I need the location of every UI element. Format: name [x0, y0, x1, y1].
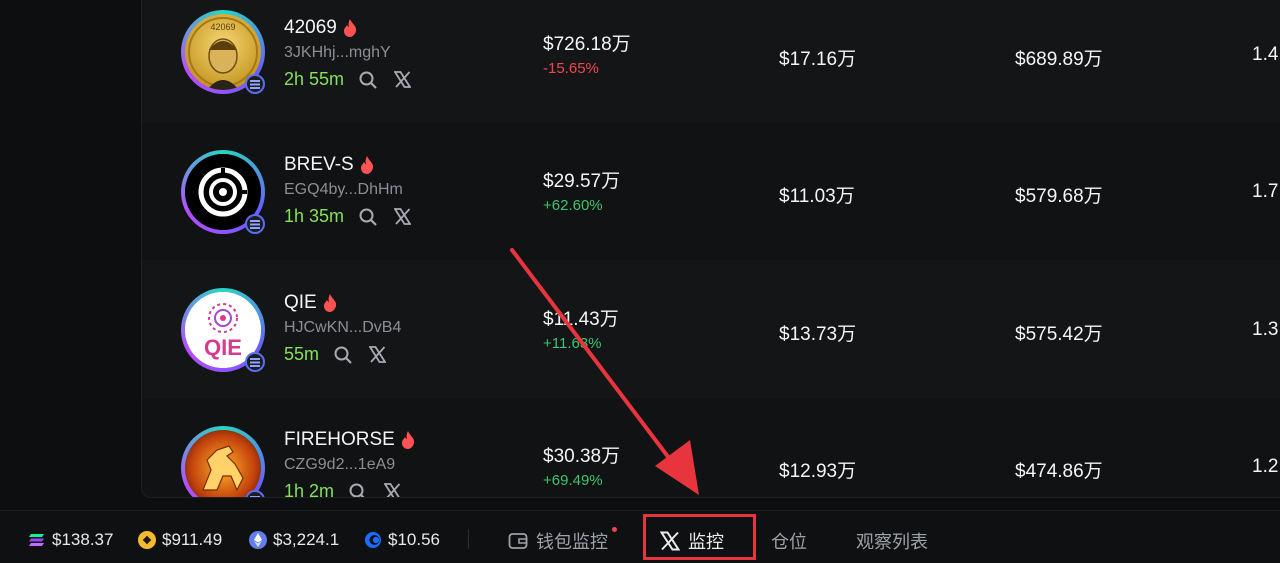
token-volume: $579.68万 — [1015, 186, 1103, 207]
avatar-logo-text: QIE — [204, 335, 242, 360]
token-liquidity: $11.03万 — [779, 186, 855, 207]
token-extra: 1.3 — [1252, 319, 1279, 340]
token-meta: 2h 55m — [284, 69, 412, 90]
token-price: $29.57万 — [543, 171, 621, 192]
token-age: 2h 55m — [284, 69, 345, 89]
ticker-base[interactable]: $10.56 — [364, 530, 440, 550]
bnb-icon — [138, 531, 156, 549]
divider — [468, 529, 469, 549]
fire-icon — [323, 294, 336, 312]
token-change: +69.49% — [543, 472, 603, 489]
token-address[interactable]: EGQ4by...DhHm — [284, 181, 403, 199]
token-name-text[interactable]: QIE — [284, 292, 317, 314]
table-row[interactable]: 42069 42069 3JKHhj...mghY 2h 55m $726.18… — [142, 0, 1280, 117]
token-change: +11.63% — [543, 335, 602, 352]
nav-label: 观察列表 — [856, 532, 928, 552]
token-price: $726.18万 — [543, 34, 631, 55]
nav-watchlist[interactable]: 观察列表 — [856, 528, 928, 554]
nav-positions[interactable]: 仓位 — [771, 528, 807, 554]
token-name-text[interactable]: FIREHORSE — [284, 429, 395, 451]
token-price: $11.43万 — [543, 309, 619, 330]
token-avatar[interactable] — [181, 150, 265, 234]
token-address[interactable]: CZG9d2...1eA9 — [284, 456, 395, 474]
solana-chain-badge-icon — [245, 490, 265, 497]
search-icon[interactable] — [333, 345, 353, 365]
search-icon[interactable] — [348, 482, 368, 497]
token-avatar[interactable]: 42069 — [181, 10, 265, 94]
token-name-text[interactable]: BREV-S — [284, 154, 354, 176]
token-liquidity: $13.73万 — [779, 324, 857, 345]
fire-icon — [360, 156, 373, 174]
token-volume: $575.42万 — [1015, 324, 1103, 345]
token-name[interactable]: 42069 — [284, 17, 357, 39]
token-address[interactable]: 3JKHhj...mghY — [284, 44, 391, 62]
token-avatar[interactable] — [181, 426, 265, 497]
nav-label: 钱包监控 — [536, 532, 608, 552]
token-age: 1h 35m — [284, 206, 345, 226]
token-age: 1h 2m — [284, 481, 335, 498]
token-volume: $689.89万 — [1015, 49, 1103, 70]
token-liquidity: $17.16万 — [779, 49, 857, 70]
x-logo-icon[interactable] — [392, 70, 412, 90]
solana-chain-badge-icon — [245, 352, 265, 372]
nav-wallet-monitor[interactable]: 钱包监控 — [508, 528, 608, 554]
wallet-icon — [508, 533, 528, 549]
token-meta: 1h 2m — [284, 481, 402, 498]
ticker-eth[interactable]: $3,224.1 — [249, 530, 339, 550]
search-icon[interactable] — [358, 207, 378, 227]
solana-chain-badge-icon — [245, 74, 265, 94]
ticker-price: $911.49 — [162, 530, 223, 549]
x-logo-icon[interactable] — [392, 207, 412, 227]
token-change: -15.65% — [543, 60, 599, 77]
notification-dot — [612, 527, 617, 532]
ticker-price: $138.37 — [52, 530, 114, 549]
nav-label: 仓位 — [771, 532, 807, 552]
token-extra: 1.2 — [1252, 456, 1279, 477]
token-name[interactable]: FIREHORSE — [284, 429, 415, 451]
highlight-box — [643, 514, 756, 560]
fire-icon — [401, 431, 414, 449]
token-liquidity: $12.93万 — [779, 461, 857, 482]
token-name[interactable]: QIE — [284, 292, 337, 314]
token-name-text[interactable]: 42069 — [284, 17, 337, 39]
table-row[interactable]: BREV-S EGQ4by...DhHm 1h 35m $29.57万 +62.… — [142, 123, 1280, 260]
token-extra: 1.7 — [1252, 181, 1279, 202]
x-logo-icon[interactable] — [367, 345, 387, 365]
ticker-price: $10.56 — [388, 530, 440, 549]
base-icon — [365, 532, 381, 548]
solana-icon — [29, 534, 44, 546]
avatar-coin-text: 42069 — [210, 22, 235, 32]
token-change: +62.60% — [543, 197, 603, 214]
ticker-sol[interactable]: $138.37 — [28, 530, 113, 550]
table-row[interactable]: FIREHORSE CZG9d2...1eA9 1h 2m $30.38万 +6… — [142, 399, 1280, 498]
token-avatar[interactable]: QIE — [181, 288, 265, 372]
search-icon[interactable] — [358, 70, 378, 90]
token-price: $30.38万 — [543, 446, 621, 467]
token-address[interactable]: HJCwKN...DvB4 — [284, 319, 401, 337]
fire-icon — [343, 19, 356, 37]
ticker-bnb[interactable]: $911.49 — [138, 530, 222, 550]
ticker-price: $3,224.1 — [273, 530, 340, 549]
token-age: 55m — [284, 344, 320, 364]
solana-chain-badge-icon — [245, 214, 265, 234]
x-logo-icon[interactable] — [382, 482, 402, 497]
token-extra: 1.4 — [1252, 44, 1279, 65]
token-name[interactable]: BREV-S — [284, 154, 374, 176]
fire-horse-avatar-icon — [202, 445, 244, 492]
token-list-panel: 42069 42069 3JKHhj...mghY 2h 55m $726.18… — [141, 0, 1280, 498]
bottom-status-bar: $138.37 $911.49 $3,224.1 $10.56 钱包监控 监控 … — [0, 510, 1280, 563]
table-row[interactable]: QIE QIE HJCwKN...DvB4 55m $11.43万 +11.63… — [142, 261, 1280, 398]
token-meta: 1h 35m — [284, 206, 412, 227]
ethereum-icon — [249, 531, 267, 549]
token-volume: $474.86万 — [1015, 461, 1103, 482]
token-meta: 55m — [284, 344, 387, 365]
